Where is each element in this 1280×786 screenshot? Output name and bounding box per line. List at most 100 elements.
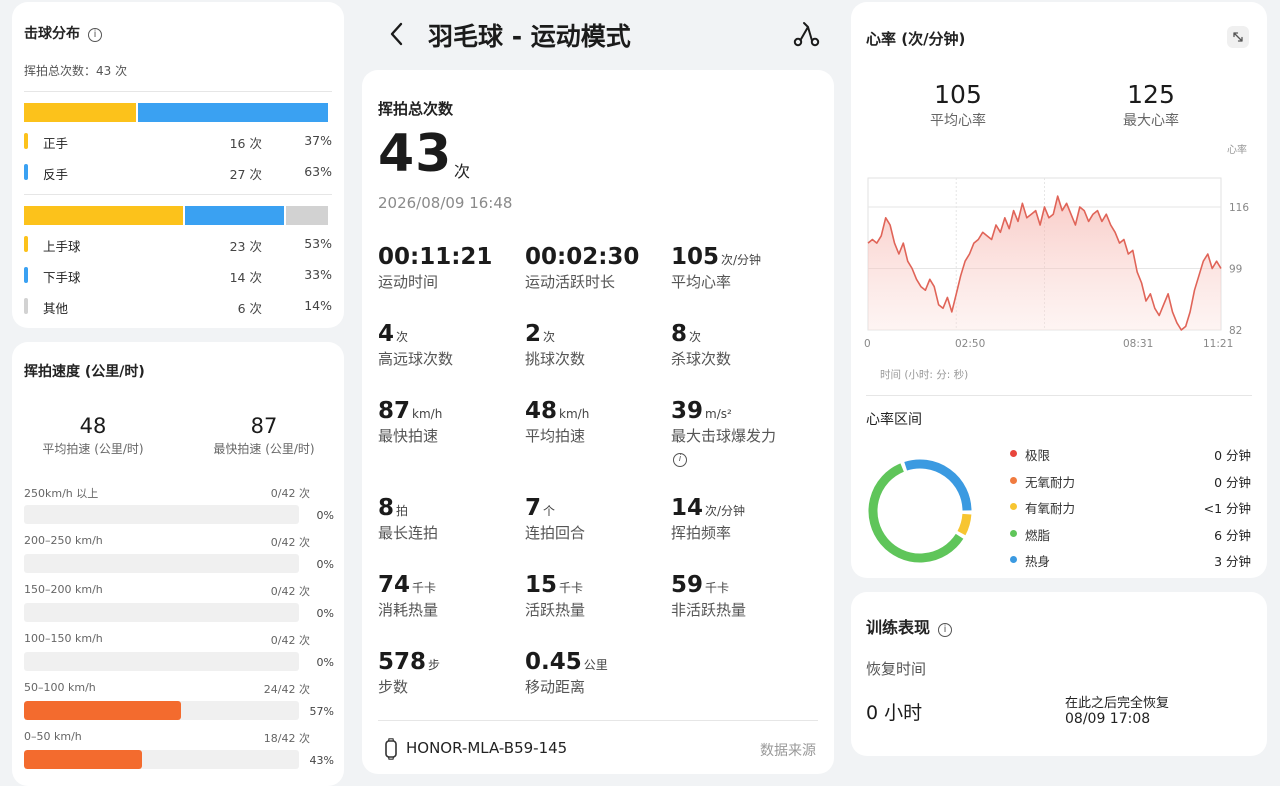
x-tick-label: 0 (864, 338, 871, 350)
metric-value-line: 15 千卡 (525, 572, 665, 598)
metric-item: 2 次挑球次数 (525, 321, 665, 370)
metric-value-line: 105 次/分钟 (671, 244, 811, 270)
metric-label: 挥拍频率 (671, 523, 811, 544)
metric-item: 7 个连拍回合 (525, 495, 665, 544)
metric-item: 105 次/分钟 平均心率 (671, 244, 811, 293)
legend-percent: 33% (304, 267, 332, 282)
metric-value: 8 (671, 321, 688, 347)
speed-range-fill (24, 750, 143, 769)
workout-summary-card: 挥拍总次数 43 次 2026/08/09 16:48 00:11:21 运动时间… (362, 70, 834, 774)
metric-label-text: 连拍回合 (525, 524, 586, 542)
metric-label-text: 杀球次数 (671, 350, 732, 368)
metric-value-line: 2次 (525, 321, 665, 347)
metric-label: 平均拍速 (525, 426, 665, 447)
legend-percent: 63% (304, 164, 332, 179)
metric-value: 15 (525, 572, 558, 598)
metric-label-text: 移动距离 (525, 678, 586, 696)
info-icon[interactable]: i (88, 28, 102, 42)
metric-value: 0.45 (525, 649, 582, 675)
max-heart-rate-value: 125 (1127, 80, 1175, 109)
donut-warmup-segment (904, 459, 972, 511)
metric-label: 消耗热量 (378, 600, 518, 621)
speed-range-fill (24, 701, 181, 720)
metric-value-line: 14 次/分钟 (671, 495, 811, 521)
x-tick-label: 11:21 (1203, 338, 1233, 350)
metric-value: 8 (378, 495, 395, 521)
metric-item: 8 拍最长连拍 (378, 495, 518, 544)
speed-range-row: 200–250 km/h 0/42 次 0% (24, 534, 334, 578)
metric-label-text: 最快拍速 (378, 427, 439, 445)
legend-row: 上手球 23 次 53% (24, 234, 332, 254)
hit-distribution-title-text: 击球分布 (24, 26, 80, 42)
metric-value: 14 (671, 495, 704, 521)
metric-label: 运动时间 (378, 272, 518, 293)
zone-name: 无氧耐力 (1025, 474, 1076, 490)
legend-count: 16 次 (229, 136, 262, 151)
route-button[interactable] (790, 18, 822, 50)
speed-range-row: 0–50 km/h 18/42 次 43% (24, 730, 334, 774)
y-tick-label: 116 (1229, 202, 1249, 214)
expand-button[interactable] (1227, 26, 1249, 48)
metric-label: 最大击球爆发力 i (671, 426, 783, 468)
metric-value: 48 (525, 398, 558, 424)
zone-name: 有氧耐力 (1025, 501, 1076, 516)
max-heart-rate-stat: 125 最大心率 (1071, 80, 1231, 130)
legend-name: 下手球 (43, 270, 81, 285)
speed-range-row: 250km/h 以上 0/42 次 0% (24, 485, 334, 529)
metric-item: 4 次高远球次数 (378, 321, 518, 370)
data-source-link[interactable]: 数据来源 (760, 740, 816, 760)
metric-item: 48 km/h 平均拍速 (525, 398, 665, 447)
info-icon[interactable]: i (673, 453, 687, 467)
legend-count: 6 次 (237, 301, 262, 316)
bar-segment (184, 206, 284, 225)
max-heart-rate-label: 最大心率 (1123, 113, 1179, 129)
x-tick-label: 02:50 (955, 338, 985, 350)
metric-item: 0.45 公里 移动距离 (525, 649, 665, 698)
route-icon (793, 22, 820, 47)
legend-name: 正手 (43, 136, 69, 151)
metric-value-line: 59 千卡 (671, 572, 811, 598)
speed-range-track (24, 603, 299, 622)
recovery-note: 在此之后完全恢复 (1065, 696, 1170, 711)
metric-value-line: 7个 (525, 495, 665, 521)
speed-range-label: 100–150 km/h (24, 632, 103, 645)
x-axis-label: 时间 (小时: 分: 秒) (880, 368, 968, 381)
max-speed-stat: 87 最快拍速 (公里/时) (189, 414, 339, 457)
divider (866, 395, 1252, 396)
metric-unit: km/h (412, 407, 443, 421)
divider (378, 720, 818, 721)
speed-range-count: 0/42 次 (270, 536, 310, 549)
chevron-left-icon (390, 22, 403, 46)
metric-unit: 千卡 (559, 581, 584, 595)
swing-speed-title: 挥拍速度 (公里/时) (24, 364, 145, 380)
metric-unit: km/h (559, 407, 590, 421)
legend-row: 下手球 14 次 33% (24, 265, 332, 285)
metric-unit: 次 (689, 330, 702, 344)
zone-duration: 0 分钟 (1214, 474, 1251, 490)
zone-row: 有氧耐力 <1 分钟 (1007, 497, 1251, 517)
back-button[interactable] (384, 18, 410, 50)
metric-value-line: 8次 (671, 321, 811, 347)
metric-value-line: 4次 (378, 321, 518, 347)
zone-name: 热身 (1025, 554, 1051, 569)
legend-color-mark (24, 133, 28, 149)
y-tick-label: 99 (1229, 263, 1242, 275)
total-swings-label: 挥拍总次数：43 次 (24, 64, 128, 78)
bar-segment (24, 206, 183, 225)
metric-item: 14 次/分钟 挥拍频率 (671, 495, 811, 544)
speed-range-label: 250km/h 以上 (24, 487, 99, 500)
divider (24, 91, 332, 92)
legend-count: 27 次 (229, 167, 262, 182)
max-speed-value: 87 (250, 414, 278, 438)
metric-label-text: 运动时间 (378, 273, 439, 291)
legend-color-mark (24, 267, 28, 283)
total-swings-title: 挥拍总次数 (378, 100, 454, 118)
zone-color-dot (1010, 476, 1017, 484)
info-icon[interactable]: i (938, 623, 953, 637)
speed-range-label: 200–250 km/h (24, 534, 103, 547)
metric-label-text: 最长连拍 (378, 524, 439, 542)
metric-item: 8 次杀球次数 (671, 321, 811, 370)
zone-duration: <1 分钟 (1203, 501, 1251, 516)
heart-rate-area (868, 196, 1221, 330)
metric-value: 87 (378, 398, 411, 424)
